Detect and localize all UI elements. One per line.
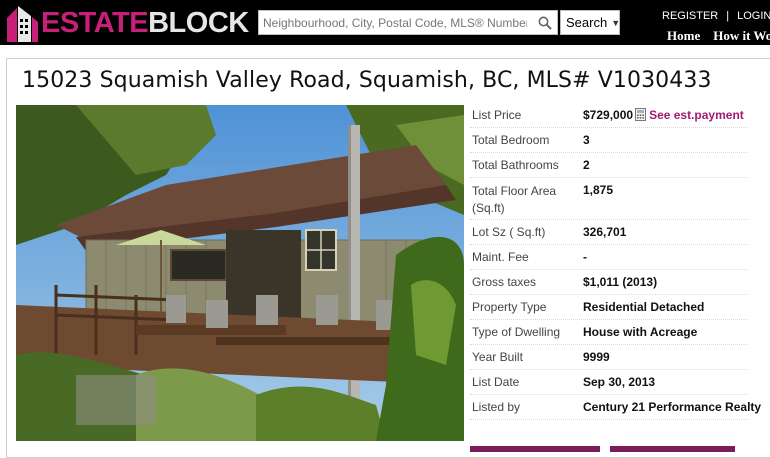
spec-row-maint-fee: Maint. Fee - (470, 245, 748, 270)
spec-value: 326,701 (583, 225, 627, 239)
spec-row-listed-by: Listed by Century 21 Performance Realty (470, 395, 761, 420)
logo-building-icon (7, 6, 38, 42)
list-price-value: $729,000 (583, 108, 634, 122)
brand-name: ESTATEBLOCK (41, 7, 249, 39)
spec-value: $1,011 (2013) (583, 275, 658, 289)
spec-label: Property Type (472, 300, 547, 314)
main-nav: Home How it Works (667, 28, 770, 44)
action-tab[interactable] (610, 446, 735, 452)
spec-label: Year Built (472, 350, 523, 364)
search-button-label: Search (566, 15, 608, 30)
spec-row-lot-size: Lot Sz ( Sq.ft) 326,701 (470, 220, 748, 245)
spec-label: List Date (472, 375, 520, 389)
spec-label: Maint. Fee (472, 250, 529, 264)
auth-links: REGISTER | LOGIN (662, 10, 770, 22)
spec-label: Total Bedroom (472, 133, 550, 147)
spec-row-gross-taxes: Gross taxes $1,011 (2013) (470, 270, 748, 295)
action-tab[interactable] (470, 446, 600, 452)
top-header: ESTATEBLOCK Search ▼ REGISTER | LOGIN Home… (0, 0, 770, 45)
spec-label: Type of Dwelling (472, 325, 561, 339)
spec-value: House with Acreage (583, 325, 698, 339)
spec-row-list-date: List Date Sep 30, 2013 (470, 370, 748, 395)
spec-label: Total Bathrooms (472, 158, 559, 172)
spec-value: Residential Detached (583, 300, 705, 314)
spec-row-bedrooms: Total Bedroom 3 (470, 128, 748, 153)
spec-label: Gross taxes (472, 275, 537, 289)
spec-row-property-type: Property Type Residential Detached (470, 295, 748, 320)
register-link[interactable]: REGISTER (662, 10, 718, 22)
spec-value: - (583, 250, 587, 264)
spec-value-list-price: $729,000 See est.payment (583, 108, 744, 122)
spec-value: Century 21 Performance Realty (583, 400, 762, 414)
search-icon[interactable] (537, 15, 553, 31)
spec-row-floor-area: Total Floor Area (Sq.ft) 1,875 (470, 178, 748, 220)
spec-row-list-price: List Price $729,000 See est.payment (470, 104, 748, 128)
nav-home[interactable]: Home (667, 28, 700, 43)
spec-row-dwelling-type: Type of Dwelling House with Acreage (470, 320, 748, 345)
spec-row-bathrooms: Total Bathrooms 2 (470, 153, 748, 178)
search-button[interactable]: Search ▼ (560, 10, 620, 35)
spec-value: 3 (583, 133, 590, 147)
calculator-icon[interactable] (635, 108, 647, 121)
spec-value: Sep 30, 2013 (583, 375, 656, 389)
nav-how-it-works[interactable]: How it Works (713, 28, 770, 43)
search-box (258, 10, 558, 35)
spec-value: 1,875 (583, 183, 614, 197)
page-title: 15023 Squamish Valley Road, Squamish, BC… (22, 68, 712, 93)
listing-photo[interactable] (16, 105, 464, 441)
login-link[interactable]: LOGIN (737, 10, 770, 22)
spec-row-year-built: Year Built 9999 (470, 345, 748, 370)
listing-specs: List Price $729,000 See est.payment Total… (470, 104, 770, 420)
spec-value: 9999 (583, 350, 610, 364)
house-photo-image (16, 105, 464, 441)
spec-label: Listed by (472, 400, 521, 414)
search-input[interactable] (259, 11, 531, 34)
spec-label: Total Floor Area (Sq.ft) (472, 184, 557, 215)
spec-value: 2 (583, 158, 590, 172)
auth-separator: | (726, 10, 730, 22)
spec-label: List Price (472, 108, 522, 122)
brand-logo[interactable]: ESTATEBLOCK (5, 2, 249, 44)
chevron-down-icon: ▼ (611, 17, 621, 28)
see-est-payment-link[interactable]: See est.payment (649, 108, 744, 122)
spec-label: Lot Sz ( Sq.ft) (472, 225, 546, 239)
